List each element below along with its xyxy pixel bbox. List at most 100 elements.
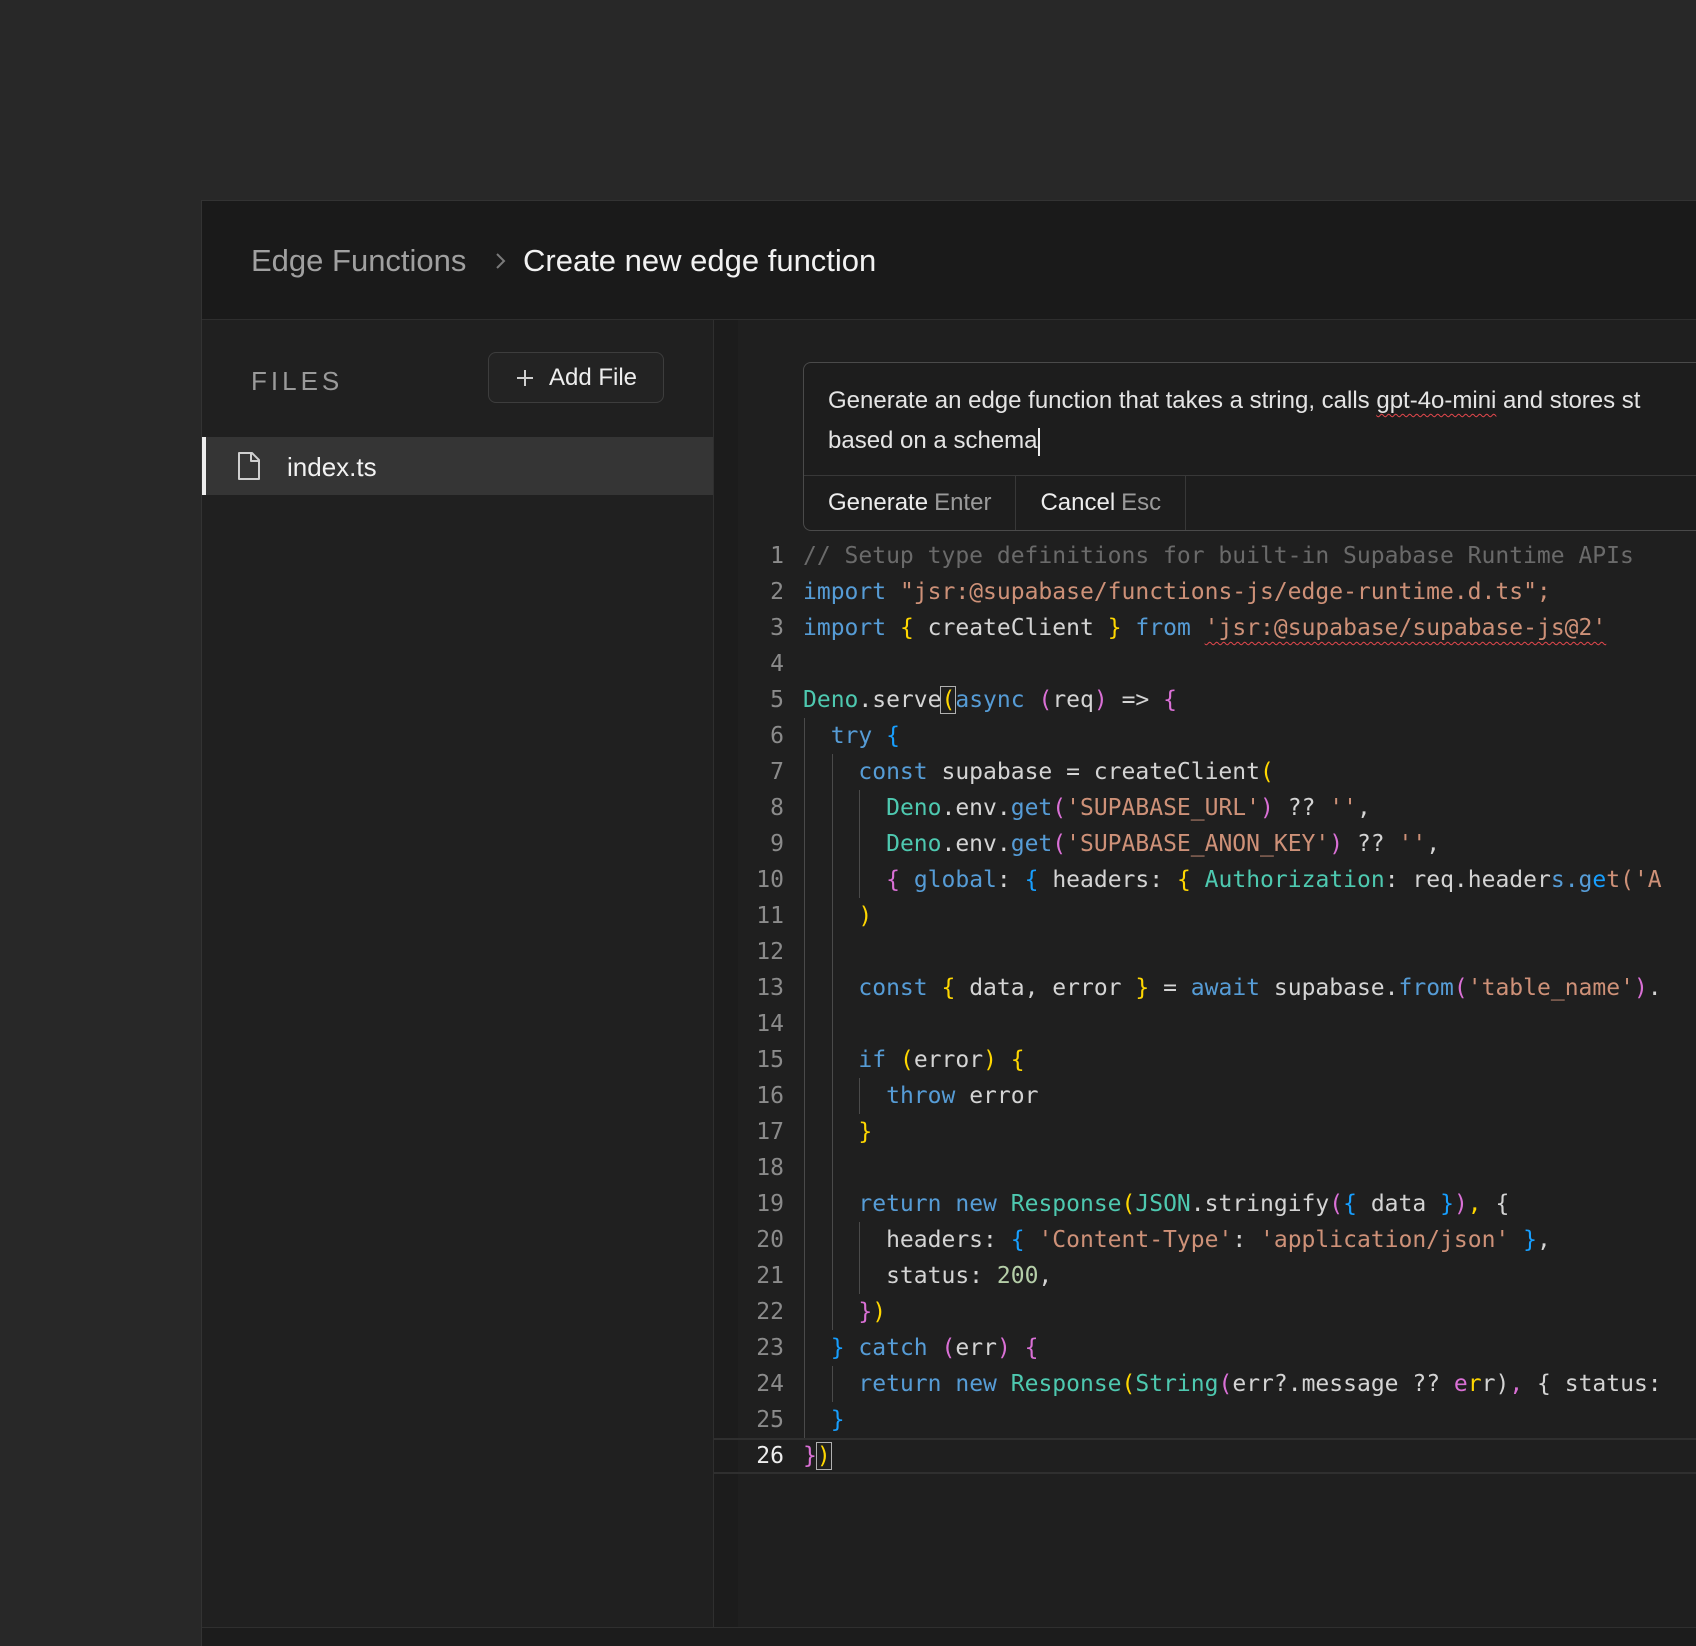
file-icon: [238, 452, 260, 480]
line-number: 19: [756, 1191, 784, 1217]
code-line[interactable]: 3 import { createClient } from 'jsr:@supa…: [714, 610, 1696, 646]
code-line[interactable]: 6 try {: [714, 718, 1696, 754]
code-text: headers: { 'Content-Type': 'application/…: [803, 1227, 1551, 1253]
cancel-button[interactable]: Cancel Esc: [1016, 476, 1187, 530]
code-line[interactable]: 24 return new Response(String(err?.messa…: [714, 1366, 1696, 1402]
line-number: 24: [756, 1371, 784, 1397]
code-text: if (error) {: [858, 1047, 1025, 1073]
code-line[interactable]: 17 }: [714, 1114, 1696, 1150]
line-number: 7: [770, 759, 784, 785]
file-item-index-ts[interactable]: index.ts: [202, 437, 713, 495]
code-line[interactable]: 22 }): [714, 1294, 1696, 1330]
prompt-text-line2: based on a schema: [828, 427, 1038, 454]
text-caret: [1038, 427, 1041, 456]
line-number: 14: [756, 1011, 784, 1037]
line-number: 6: [770, 723, 784, 749]
line-number: 20: [756, 1227, 784, 1253]
prompt-misspelled-word: gpt-4o-mini: [1376, 387, 1497, 414]
code-text: // Setup type definitions for built-in S…: [803, 543, 1634, 569]
code-text: }: [858, 1119, 873, 1145]
code-text: Deno.env.get('SUPABASE_ANON_KEY') ?? '',: [886, 831, 1441, 857]
prompt-input[interactable]: Generate an edge function that takes a s…: [828, 381, 1696, 461]
line-number: 12: [756, 939, 784, 965]
code-line[interactable]: 20 headers: { 'Content-Type': 'applicati…: [714, 1222, 1696, 1258]
code-line[interactable]: 21 status: 200,: [714, 1258, 1696, 1294]
prompt-text-start: Generate an edge function that takes a s…: [828, 387, 1377, 414]
line-number: 26: [756, 1443, 784, 1469]
code-text: }): [803, 1442, 832, 1470]
line-number: 9: [770, 831, 784, 857]
code-text: Deno.env.get('SUPABASE_URL') ?? '',: [886, 795, 1371, 821]
code-text: import "jsr:@supabase/functions-js/edge-…: [803, 579, 1551, 605]
code-text: }): [858, 1299, 887, 1325]
code-line[interactable]: 10 { global: { headers: { Authorization:…: [714, 862, 1696, 898]
code-line[interactable]: 25 }: [714, 1402, 1696, 1438]
prompt-text-end: and stores st: [1496, 387, 1641, 414]
line-number: 17: [756, 1119, 784, 1145]
code-line[interactable]: 8 Deno.env.get('SUPABASE_URL') ?? '',: [714, 790, 1696, 826]
code-text: const { data, error } = await supabase.f…: [858, 975, 1662, 1001]
code-line[interactable]: 12: [714, 934, 1696, 970]
code-text: import { createClient } from 'jsr:@supab…: [803, 615, 1607, 641]
files-heading: FILES: [251, 366, 344, 396]
code-line[interactable]: 13 const { data, error } = await supabas…: [714, 970, 1696, 1006]
cancel-shortcut: Esc: [1121, 489, 1162, 516]
code-line[interactable]: 4: [714, 646, 1696, 682]
line-number: 15: [756, 1047, 784, 1073]
generate-button[interactable]: Generate Enter: [804, 476, 1017, 530]
code-line[interactable]: 11 ): [714, 898, 1696, 934]
code-line[interactable]: 1 // Setup type definitions for built-in …: [714, 538, 1696, 574]
line-number: 13: [756, 975, 784, 1001]
generate-label: Generate: [828, 489, 929, 516]
code-line[interactable]: 9 Deno.env.get('SUPABASE_ANON_KEY') ?? '…: [714, 826, 1696, 862]
line-number: 21: [756, 1263, 784, 1289]
line-number: 8: [770, 795, 784, 821]
page-title: Create new edge function: [523, 243, 877, 278]
indent-guide: [831, 1150, 833, 1186]
indent-guide: [831, 1006, 833, 1042]
breadcrumb-edge-functions[interactable]: Edge Functions: [251, 243, 466, 279]
code-line[interactable]: 2 import "jsr:@supabase/functions-js/edge…: [714, 574, 1696, 610]
code-line[interactable]: 16 throw error: [714, 1078, 1696, 1114]
add-file-button[interactable]: Add File: [488, 352, 664, 403]
code-lines[interactable]: 1 // Setup type definitions for built-in …: [714, 538, 1696, 1474]
code-line[interactable]: 19 return new Response(JSON.stringify({ …: [714, 1186, 1696, 1222]
code-line[interactable]: 23 } catch (err) {: [714, 1330, 1696, 1366]
code-editor[interactable]: Generate an edge function that takes a s…: [714, 320, 1696, 1646]
code-text: return new Response(String(err?.message …: [858, 1371, 1662, 1397]
app-window: Edge Functions Create new edge function …: [201, 200, 1696, 1646]
code-line[interactable]: 14: [714, 1006, 1696, 1042]
line-number: 11: [756, 903, 784, 929]
prompt-actions: Generate Enter Cancel Esc: [804, 475, 1696, 530]
line-number: 18: [756, 1155, 784, 1181]
line-number: 1: [770, 543, 784, 569]
code-text: }: [830, 1407, 845, 1433]
bottom-bar: [202, 1627, 1696, 1646]
code-text: { global: { headers: { Authorization: re…: [886, 867, 1662, 893]
indent-guide: [831, 934, 833, 970]
chevron-right-icon: [496, 253, 506, 269]
code-text: ): [858, 903, 873, 929]
line-number: 25: [756, 1407, 784, 1433]
code-line[interactable]: 26}): [714, 1438, 1696, 1474]
top-bar: Edge Functions Create new edge function: [202, 201, 1696, 320]
code-text: return new Response(JSON.stringify({ dat…: [858, 1191, 1510, 1217]
line-number: 5: [770, 687, 784, 713]
generate-shortcut: Enter: [934, 489, 992, 516]
line-number: 22: [756, 1299, 784, 1325]
code-line[interactable]: 5 Deno.serve(async (req) => {: [714, 682, 1696, 718]
plus-icon: [516, 369, 533, 386]
line-number: 4: [770, 651, 784, 677]
line-number: 16: [756, 1083, 784, 1109]
code-line[interactable]: 15 if (error) {: [714, 1042, 1696, 1078]
line-number: 23: [756, 1335, 784, 1361]
code-text: try {: [830, 723, 900, 749]
code-text: const supabase = createClient(: [858, 759, 1274, 785]
code-text: status: 200,: [803, 1263, 1053, 1289]
ai-prompt-box: Generate an edge function that takes a s…: [803, 362, 1696, 531]
code-line[interactable]: 18: [714, 1150, 1696, 1186]
indent-guide: [804, 1150, 805, 1186]
code-line[interactable]: 7 const supabase = createClient(: [714, 754, 1696, 790]
indent-guide: [804, 934, 805, 970]
cancel-label: Cancel: [1040, 489, 1116, 516]
